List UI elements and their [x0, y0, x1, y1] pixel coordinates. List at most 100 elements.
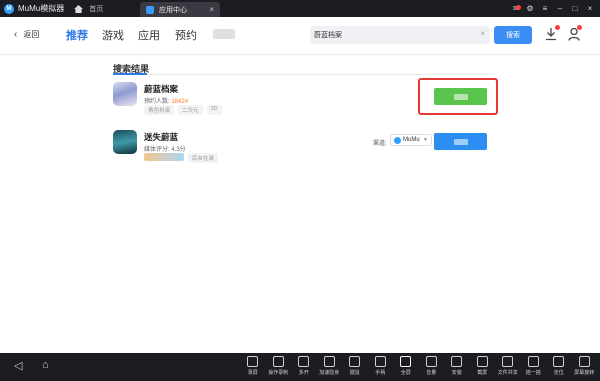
button-label-blurred — [453, 93, 468, 100]
lost-blue-app-icon[interactable] — [113, 130, 137, 154]
chevron-down-icon: ▼ — [423, 137, 428, 143]
app-name[interactable]: 迷失蔚蓝 — [144, 131, 178, 143]
tab-recommend[interactable]: 推荐 — [66, 27, 88, 43]
maximize-icon[interactable]: □ — [569, 4, 581, 13]
channel-value: MuMu — [403, 137, 420, 143]
close-icon[interactable]: × — [584, 4, 596, 13]
tool-label: 多开 — [298, 370, 309, 376]
search-button[interactable]: 搜索 — [494, 26, 532, 44]
tag: 二次元 — [178, 105, 203, 115]
tab-blurred[interactable] — [213, 29, 235, 39]
tab-app-center[interactable]: 应用中心 × — [140, 2, 220, 17]
tab-home[interactable]: 首页 — [74, 4, 103, 14]
fullscreen-button[interactable]: 全屏 — [393, 355, 419, 376]
tool-label: 安装 — [451, 370, 462, 376]
tab-close-icon[interactable]: × — [209, 5, 214, 14]
tool-label: 加速隐身 — [319, 370, 340, 376]
search-results-panel: 搜索结果 蔚蓝档案 预约人数: 18424 角色扮演 二次元 3D 迷失蔚蓝 媒… — [0, 56, 600, 353]
tool-label: 录屏 — [247, 370, 258, 376]
app-name: MuMu模拟器 — [18, 4, 65, 13]
blurred-tag — [144, 153, 184, 161]
search-input[interactable] — [310, 26, 470, 44]
mail-badge — [516, 5, 521, 10]
clear-search-icon[interactable]: × — [480, 29, 485, 38]
menu-icon[interactable]: ≡ — [539, 4, 551, 13]
fullscreen-icon — [400, 356, 412, 367]
tab-home-label: 首页 — [89, 5, 104, 13]
title-bar: M MuMu模拟器 首页 应用中心 × ✉ ⚙ ≡ – □ × — [0, 0, 600, 17]
mail-icon[interactable]: ✉ — [509, 4, 521, 13]
app-center-icon — [146, 5, 154, 14]
accelerate-icon — [323, 356, 335, 367]
minimize-icon[interactable]: – — [554, 4, 566, 13]
download-badge — [555, 25, 560, 30]
record-screen-button[interactable]: 录屏 — [240, 355, 266, 376]
app-row-lost-blue[interactable]: 迷失蔚蓝 媒体评分: 4.3分 后台在装 渠道: MuMu ▼ — [113, 130, 487, 170]
keyboard-icon — [349, 356, 361, 367]
tool-label: 键鼠 — [349, 370, 360, 376]
app-row-blue-archive[interactable]: 蔚蓝档案 预约人数: 18424 角色扮演 二次元 3D — [113, 78, 498, 122]
tool-label: 操作录制 — [268, 370, 289, 376]
tab-games[interactable]: 游戏 — [102, 27, 124, 43]
tag: 角色扮演 — [144, 105, 175, 115]
rotate-button[interactable]: 屏幕旋转 — [572, 355, 598, 376]
macro-record-button[interactable]: 操作录制 — [266, 355, 292, 376]
home-nav-icon[interactable]: ⌂ — [42, 359, 49, 371]
crop-icon — [476, 356, 488, 367]
apk-icon — [451, 356, 463, 367]
divider — [113, 74, 487, 75]
back-button[interactable]: ‹ 返回 — [14, 29, 39, 40]
location-pin-icon — [553, 356, 565, 367]
tool-list: 录屏 操作录制 多开 加速隐身 键鼠 手柄 全屏 音量 安装 截屏 文件共享 摇… — [240, 355, 597, 376]
button-label-blurred — [453, 138, 468, 145]
gamepad-button[interactable]: 手柄 — [368, 355, 394, 376]
folder-icon — [502, 356, 514, 367]
keymap-button[interactable]: 键鼠 — [342, 355, 368, 376]
back-nav-icon[interactable]: ◁ — [14, 359, 22, 372]
volume-icon — [425, 356, 437, 367]
nav-bar: ‹ 返回 推荐 游戏 应用 预约 × 搜索 — [0, 17, 600, 55]
multi-instance-icon — [298, 356, 310, 367]
gamepad-icon — [374, 356, 386, 367]
window-controls: ✉ ⚙ ≡ – □ × — [506, 0, 596, 17]
tab-apps[interactable]: 应用 — [138, 27, 160, 43]
tag-list: 后台在装 — [144, 153, 222, 163]
macro-icon — [272, 356, 284, 367]
bottom-toolbar: ◁ ⌂ 录屏 操作录制 多开 加速隐身 键鼠 手柄 全屏 音量 安装 截屏 文件… — [0, 353, 600, 381]
app-name[interactable]: 蔚蓝档案 — [144, 83, 178, 95]
shake-button[interactable]: 摇一摇 — [521, 355, 547, 376]
blue-archive-app-icon[interactable] — [113, 82, 137, 106]
tool-label: 文件共享 — [497, 370, 518, 376]
tool-label: 定位 — [553, 370, 564, 376]
chevron-left-icon: ‹ — [14, 29, 18, 40]
tool-label: 截屏 — [477, 370, 488, 376]
accelerate-button[interactable]: 加速隐身 — [317, 355, 343, 376]
volume-button[interactable]: 音量 — [419, 355, 445, 376]
user-badge — [577, 25, 582, 30]
settings-icon[interactable]: ⚙ — [524, 4, 536, 13]
home-icon — [74, 4, 84, 13]
tool-label: 全屏 — [400, 370, 411, 376]
file-share-button[interactable]: 文件共享 — [495, 355, 521, 376]
video-icon — [247, 356, 259, 367]
location-button[interactable]: 定位 — [546, 355, 572, 376]
tab-app-center-label: 应用中心 — [159, 6, 187, 14]
rotate-icon — [578, 356, 590, 367]
tool-label: 手柄 — [375, 370, 386, 376]
download-button[interactable] — [434, 133, 487, 150]
back-label: 返回 — [23, 30, 40, 39]
tool-label: 音量 — [426, 370, 437, 376]
reservation-count: 预约人数: 18424 — [144, 96, 188, 105]
tab-reserve[interactable]: 预约 — [175, 27, 197, 43]
channel-select[interactable]: MuMu ▼ — [390, 134, 432, 146]
search-box: × — [310, 26, 490, 44]
screenshot-button[interactable]: 截屏 — [470, 355, 496, 376]
multi-instance-button[interactable]: 多开 — [291, 355, 317, 376]
install-apk-button[interactable]: 安装 — [444, 355, 470, 376]
reserve-button[interactable] — [434, 88, 487, 105]
tag: 3D — [206, 105, 222, 115]
shake-icon — [527, 356, 539, 367]
results-title-underline — [113, 73, 147, 75]
channel-label: 渠道: — [373, 141, 387, 147]
tag-list: 角色扮演 二次元 3D — [144, 105, 226, 115]
